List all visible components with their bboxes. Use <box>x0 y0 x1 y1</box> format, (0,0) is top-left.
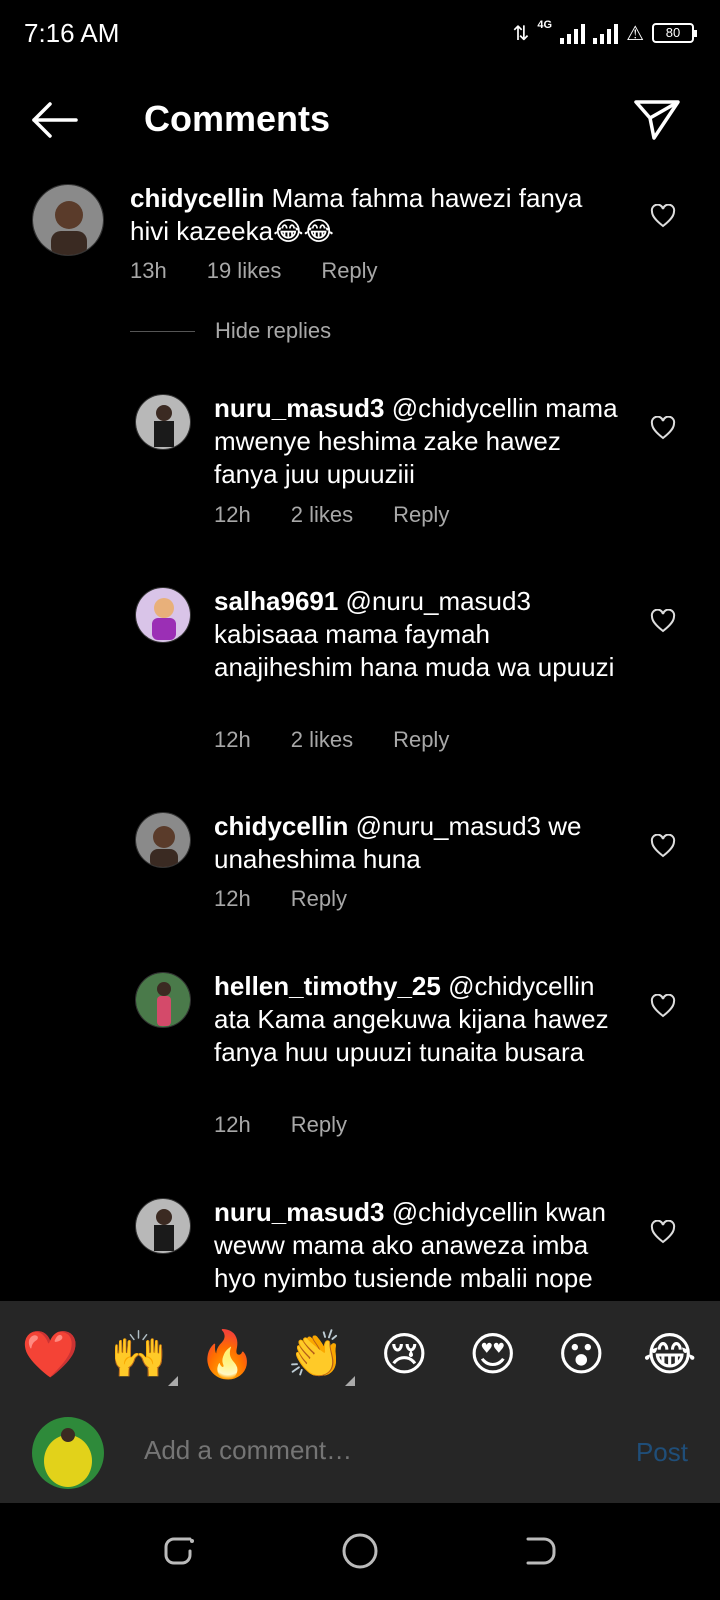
warning-icon: ⚠ <box>626 22 644 45</box>
comments-list[interactable]: chidycellin Mama fahma hawezi fanya hivi… <box>0 170 720 1301</box>
emoji-fire[interactable]: 🔥 <box>192 1324 262 1384</box>
signal-icon <box>560 22 586 44</box>
heart-icon[interactable] <box>650 994 676 1018</box>
reply-time: 12h <box>214 886 251 911</box>
reply-username[interactable]: chidycellin <box>214 811 348 841</box>
comment-likes[interactable]: 19 likes <box>207 258 282 284</box>
back-arrow-icon[interactable] <box>30 100 80 140</box>
heart-icon[interactable] <box>650 834 676 858</box>
signal-icon-2 <box>593 22 619 44</box>
battery-icon: 80 <box>652 23 697 43</box>
heart-icon[interactable] <box>650 609 676 633</box>
home-icon[interactable] <box>340 1531 380 1571</box>
emoji-heart-eyes[interactable]: 😍 <box>458 1324 528 1384</box>
reply-meta: 12h Reply <box>214 886 347 912</box>
network-type: 4G <box>537 19 553 31</box>
reply-text: chidycellin @nuru_masud3 we unaheshima h… <box>214 810 624 876</box>
avatar[interactable] <box>135 812 191 868</box>
system-nav-bar <box>0 1503 720 1600</box>
emoji-heart[interactable]: ❤️ <box>15 1324 85 1384</box>
current-user-avatar <box>32 1417 104 1489</box>
emoji-clapping-glyph: 👏 <box>287 1328 345 1380</box>
reply-username[interactable]: nuru_masud3 <box>214 1197 385 1227</box>
skin-tone-indicator <box>344 1376 355 1386</box>
emoji-raised-hands[interactable]: 🙌 <box>104 1324 178 1386</box>
status-bar: 7:16 AM ⇅ 4G ⚠ 80 <box>0 0 720 64</box>
reply-button[interactable]: Reply <box>393 502 449 528</box>
avatar[interactable] <box>32 184 104 256</box>
reply-text: nuru_masud3 @chidycellin kwan weww mama … <box>214 1196 624 1295</box>
avatar[interactable] <box>135 1198 191 1254</box>
reply-text: hellen_timothy_25 @chidycellin ata Kama … <box>214 970 624 1069</box>
comment-text: chidycellin Mama fahma hawezi fanya hivi… <box>130 182 620 248</box>
reply-button[interactable]: Reply <box>321 258 377 284</box>
data-arrows-icon: ⇅ <box>512 22 530 45</box>
back-nav-icon[interactable] <box>520 1531 560 1571</box>
comment-input[interactable] <box>144 1435 584 1466</box>
header: Comments <box>0 78 720 166</box>
emoji-laughing[interactable]: 😂 <box>635 1324 705 1384</box>
reply-time: 12h <box>214 727 251 752</box>
reply-time: 12h <box>214 502 251 527</box>
reply-likes[interactable]: 2 likes <box>291 727 353 753</box>
reply-text: salha9691 @nuru_masud3 kabisaaa mama fay… <box>214 585 624 684</box>
reply-time: 12h <box>214 1112 251 1137</box>
reply-meta: 12h 2 likes Reply <box>214 727 449 753</box>
reply-meta: 12h 2 likes Reply <box>214 502 449 528</box>
avatar[interactable] <box>135 394 191 450</box>
heart-icon[interactable] <box>650 204 676 228</box>
reply-username[interactable]: nuru_masud3 <box>214 393 385 423</box>
reply-meta: 12h Reply <box>214 1112 347 1138</box>
hide-replies-label: Hide replies <box>215 318 332 343</box>
post-button[interactable]: Post <box>636 1437 688 1468</box>
avatar[interactable] <box>135 972 191 1028</box>
emoji-raised-hands-glyph: 🙌 <box>110 1328 168 1380</box>
comment-meta: 13h 19 likes Reply <box>130 258 378 284</box>
emoji-crying[interactable]: 😢 <box>369 1324 439 1384</box>
heart-icon[interactable] <box>650 416 676 440</box>
reply-username[interactable]: salha9691 <box>214 586 338 616</box>
skin-tone-indicator <box>167 1376 178 1386</box>
hide-replies-button[interactable]: Hide replies <box>130 318 331 344</box>
emoji-reaction-bar: ❤️ 🙌 🔥 👏 😢 😍 😮 😂 <box>0 1301 720 1407</box>
reply-text: nuru_masud3 @chidycellin mama mwenye hes… <box>214 392 624 491</box>
comment-input-row: Post <box>0 1407 720 1503</box>
comment-time: 13h <box>130 258 167 283</box>
send-icon[interactable] <box>632 96 682 142</box>
reply-button[interactable]: Reply <box>291 1112 347 1138</box>
comment-username[interactable]: chidycellin <box>130 183 264 213</box>
reply-button[interactable]: Reply <box>291 886 347 912</box>
emoji-surprised[interactable]: 😮 <box>546 1324 616 1384</box>
avatar[interactable] <box>135 587 191 643</box>
status-icons: ⇅ 4G ⚠ 80 <box>512 18 697 48</box>
emoji-clapping[interactable]: 👏 <box>281 1324 355 1386</box>
recent-apps-icon[interactable] <box>160 1531 200 1571</box>
reply-username[interactable]: hellen_timothy_25 <box>214 971 441 1001</box>
status-time: 7:16 AM <box>24 18 120 48</box>
heart-icon[interactable] <box>650 1220 676 1244</box>
reply-likes[interactable]: 2 likes <box>291 502 353 528</box>
reply-button[interactable]: Reply <box>393 727 449 753</box>
page-title: Comments <box>144 98 331 139</box>
divider <box>130 330 195 332</box>
